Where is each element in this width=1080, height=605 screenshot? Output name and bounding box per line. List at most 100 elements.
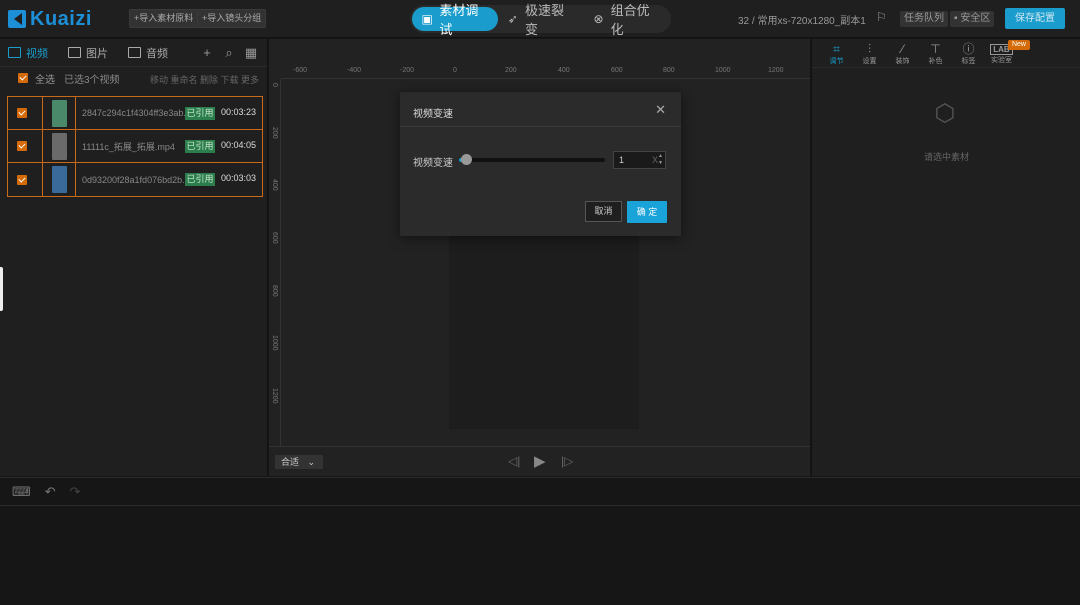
tab-decorate[interactable]: ⁄ 装饰	[886, 39, 919, 67]
video-icon	[8, 47, 21, 58]
close-icon[interactable]: ✕	[655, 102, 666, 118]
ruler-tick: 1200	[768, 67, 784, 74]
ruler-tick: 400	[558, 67, 570, 74]
tab-video[interactable]: 视频	[8, 45, 48, 61]
batch-actions[interactable]: 移动 重命名 删除 下载 更多	[150, 73, 259, 86]
select-all-checkbox[interactable]	[18, 73, 28, 83]
new-badge: New	[1008, 40, 1030, 50]
tab-label: 视频	[26, 47, 48, 60]
tab-adjust[interactable]: ⌗ 调节	[820, 39, 853, 67]
confirm-button[interactable]: 确 定	[627, 201, 667, 223]
file-name: 11111c_拓展_拓展.mp4	[82, 141, 175, 152]
file-duration: 00:03:23	[221, 107, 257, 117]
save-config-button[interactable]: 保存配置	[1005, 8, 1065, 29]
project-info: 32 / 常用xs-720x1280_副本1	[738, 16, 866, 27]
file-name: 0d93200f28a1fd076bd2b...	[82, 174, 186, 185]
speed-input[interactable]: 1 X ▲ ▼	[613, 151, 666, 169]
horizontal-ruler: -600 -400 -200 0 200 400 600 800 1000 12…	[281, 67, 810, 79]
zoom-select-value: 合适	[281, 457, 300, 467]
selected-count: 已选3个视频	[64, 74, 120, 86]
file-row[interactable]: 2847c294c1f4304ff3e3ab... 已引用 00:03:23	[8, 97, 262, 130]
tab-label: 补色	[928, 58, 943, 65]
selection-row: 全选 已选3个视频 移动 重命名 删除 下载 更多	[0, 67, 267, 89]
file-checkbox[interactable]	[16, 174, 27, 185]
ruler-tick: 1200	[271, 388, 278, 404]
zoom-select[interactable]: 合适 ⌄	[275, 455, 323, 469]
ruler-tick: 200	[271, 127, 278, 139]
crop-icon: ⌗	[833, 42, 840, 56]
side-panel-handle[interactable]	[0, 267, 3, 311]
rocket-icon: ➶	[507, 11, 518, 26]
tab-settings[interactable]: ⫶ 设置	[853, 39, 886, 67]
tab-image[interactable]: 图片	[68, 45, 108, 61]
task-queue-button[interactable]: 任务队列	[900, 11, 948, 27]
ruler-tick: 1000	[271, 335, 278, 351]
mode-tab-fast-fission[interactable]: ➶ 极速裂变	[498, 3, 584, 37]
file-row[interactable]: 11111c_拓展_拓展.mp4 已引用 00:04:05	[8, 130, 262, 163]
ruler-tick: 800	[663, 67, 675, 74]
ruler-tick: 800	[271, 285, 278, 297]
file-checkbox-cell	[8, 97, 43, 129]
timeline-panel: ⌨ ↶ ↷	[0, 477, 1080, 605]
thumbnail-image	[51, 132, 67, 160]
properties-panel: ⌗ 调节 ⫶ 设置 ⁄ 装饰 ⊤ 补色 ⓘ 标签 LAB 实验室 New ⬡ 请…	[811, 39, 1080, 476]
play-icon[interactable]: ▶	[534, 452, 546, 470]
audio-icon	[128, 47, 141, 58]
file-row[interactable]: 0d93200f28a1fd076bd2b... 已引用 00:03:03	[8, 163, 262, 196]
speed-label: 视频变速	[413, 158, 453, 169]
cancel-button[interactable]: 取消	[585, 201, 622, 222]
empty-box-icon: ⬡	[934, 100, 956, 127]
step-forward-icon[interactable]: |▷	[561, 454, 573, 468]
brush-icon: ⊤	[930, 42, 941, 56]
add-icon[interactable]: +	[199, 45, 215, 61]
tab-label: 装饰	[895, 58, 910, 65]
ruler-tick: -400	[347, 67, 362, 74]
mode-tab-material-debug[interactable]: ▣ 素材调试	[412, 3, 498, 37]
select-all-label[interactable]: 全选	[35, 71, 55, 86]
preview-controls: 合适 ⌄ ◁| ▶ |▷	[269, 446, 810, 476]
ruler-tick: 0	[271, 83, 278, 87]
mode-tab-combine-optimize[interactable]: ⊗ 组合优化	[583, 3, 669, 37]
file-duration: 00:04:05	[221, 140, 257, 150]
ruler-tick: -200	[400, 67, 415, 74]
used-badge: 已引用	[185, 173, 215, 186]
search-icon[interactable]: ⌕	[221, 45, 237, 61]
tab-color-fix[interactable]: ⊤ 补色	[919, 39, 952, 67]
step-back-icon[interactable]: ◁|	[508, 454, 520, 468]
ruler-tick: 600	[271, 232, 278, 244]
tab-label-tag[interactable]: ⓘ 标签	[952, 39, 985, 67]
mode-label: 极速裂变	[525, 3, 565, 37]
file-checkbox-cell	[8, 130, 43, 162]
mode-label: 素材调试	[439, 3, 479, 37]
file-checkbox[interactable]	[16, 141, 27, 151]
modal-title: 视频变速	[413, 109, 453, 120]
import-shot-group-button[interactable]: +导入镜头分组	[197, 9, 267, 28]
empty-state-text: 请选中素材	[923, 152, 969, 162]
ruler-tick: 200	[505, 67, 517, 74]
spinner-icon[interactable]: ▲ ▼	[658, 153, 664, 167]
slider-knob[interactable]	[461, 154, 473, 165]
pin-icon[interactable]: ⚐	[876, 10, 890, 24]
app-root: Kuaizi +导入素材原料 +导入镜头分组 ▣ 素材调试 ➶ 极速裂变 ⊗ 组…	[0, 0, 1080, 605]
undo-icon[interactable]: ↶	[45, 484, 56, 500]
keyboard-icon[interactable]: ⌨	[12, 484, 31, 500]
mode-switch: ▣ 素材调试 ➶ 极速裂变 ⊗ 组合优化	[410, 3, 671, 37]
ruler-tick: 0	[453, 67, 457, 74]
file-thumbnail	[43, 97, 76, 129]
redo-icon[interactable]: ↷	[70, 484, 81, 500]
logo[interactable]: Kuaizi	[8, 8, 92, 30]
tab-audio[interactable]: 音频	[128, 45, 168, 61]
import-material-button[interactable]: +导入素材原料	[129, 9, 199, 28]
logo-text: Kuaizi	[30, 7, 92, 30]
ruler-tick: 1000	[715, 67, 731, 74]
file-checkbox[interactable]	[16, 108, 27, 118]
wand-icon: ⁄	[901, 42, 904, 56]
speed-modal: 视频变速 ✕ 视频变速 1 X ▲ ▼ 取消 确 定	[400, 92, 681, 236]
speed-slider[interactable]	[459, 154, 605, 165]
used-badge: 已引用	[185, 107, 215, 120]
safe-zone-label: 安全区	[960, 13, 991, 24]
safe-zone-toggle[interactable]: ▪ 安全区	[950, 11, 995, 27]
mode-label: 组合优化	[610, 3, 650, 37]
grid-icon[interactable]: ▦	[243, 45, 259, 61]
sliders-icon: ⫶	[867, 42, 871, 56]
